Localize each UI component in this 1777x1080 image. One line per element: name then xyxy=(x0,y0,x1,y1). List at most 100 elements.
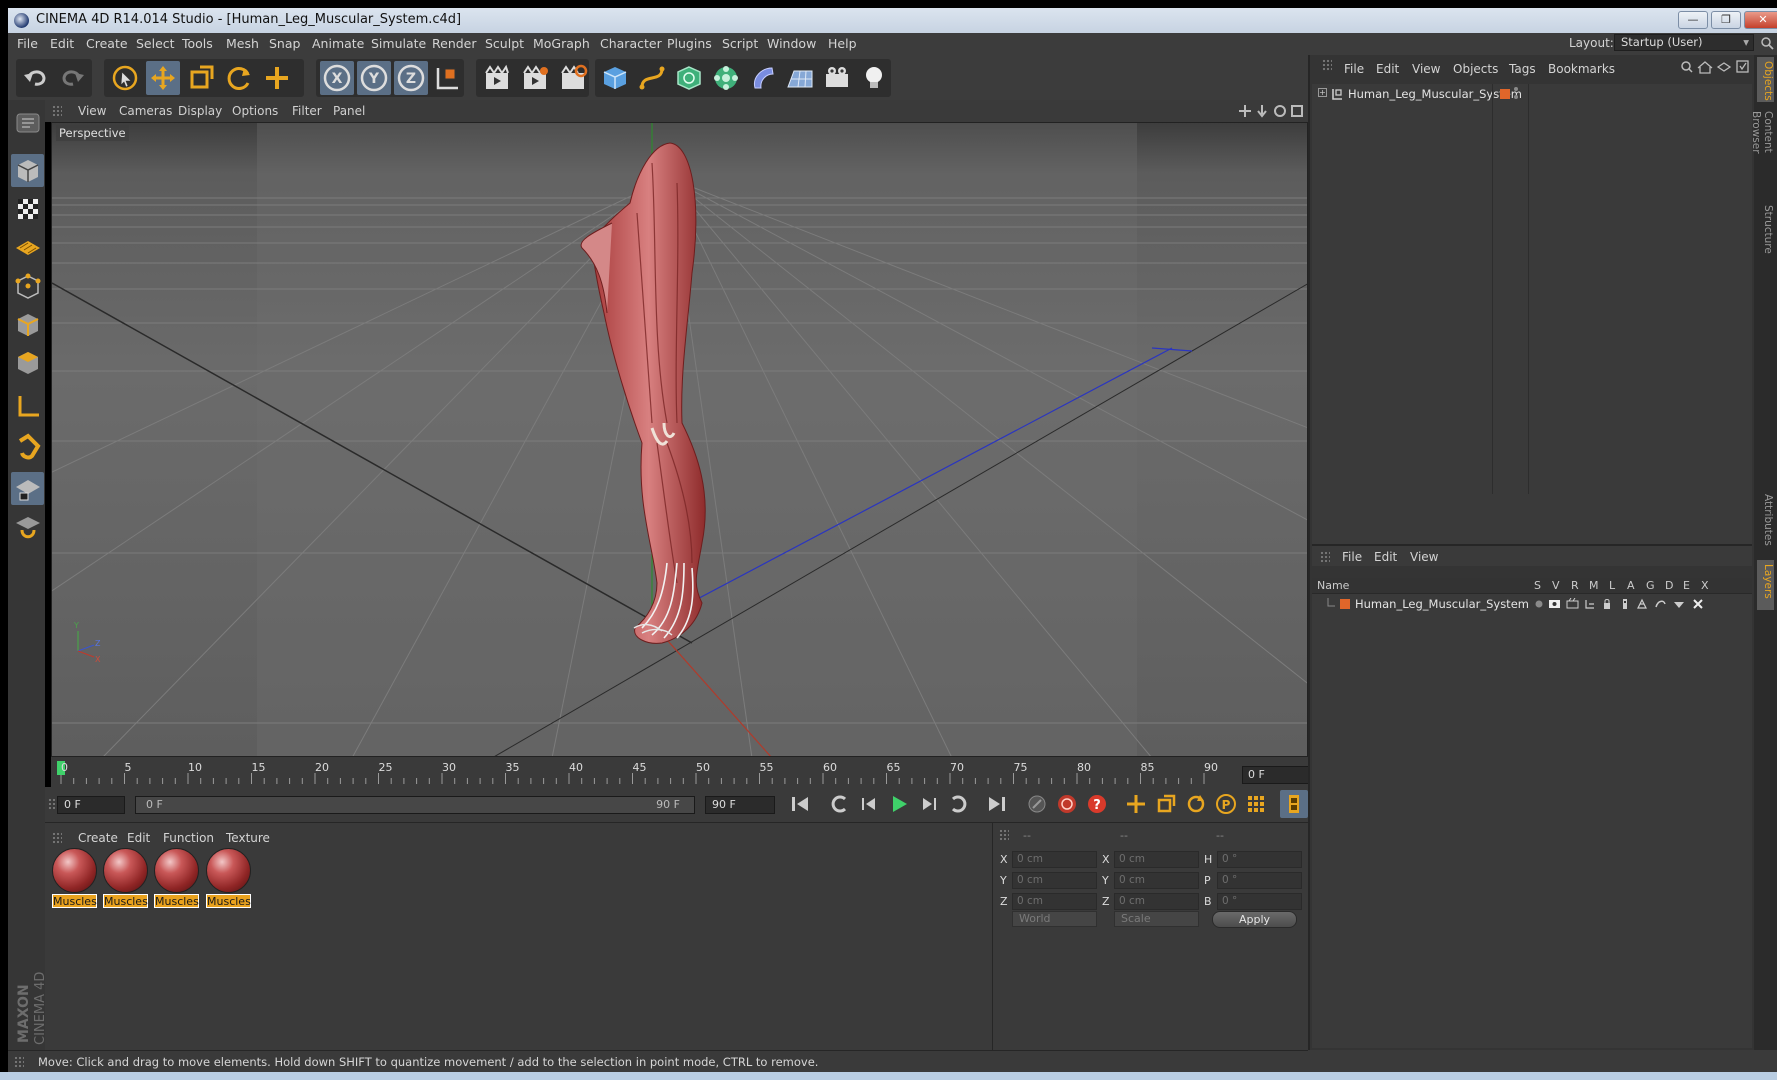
points-mode-button[interactable] xyxy=(11,270,44,303)
position-y-field[interactable]: 0 cm xyxy=(1012,872,1097,889)
objects-menu-tags[interactable]: Tags xyxy=(1509,62,1536,76)
perspective-viewport[interactable]: Y Z X Perspective xyxy=(51,122,1308,757)
menu-simulate[interactable]: Simulate xyxy=(371,36,426,51)
material-swatch[interactable]: Muscles xyxy=(52,848,97,910)
key-scale-button[interactable] xyxy=(1152,790,1180,818)
side-tab-content-browser[interactable]: Content Browser xyxy=(1750,107,1774,197)
layer-column-animation[interactable]: A xyxy=(1627,579,1635,592)
layer-toggle-icons[interactable] xyxy=(1534,598,1724,610)
layer-column-expressions[interactable]: E xyxy=(1683,579,1690,592)
material-menu-edit[interactable]: Edit xyxy=(127,831,150,845)
coordinate-mode-select[interactable]: World xyxy=(1012,911,1097,927)
material-menu-function[interactable]: Function xyxy=(163,831,214,845)
timeline-ruler[interactable]: 0 5 10 15 20 25 30 35 40 45 50 55 60 65 70 75 80 85 90 xyxy=(51,757,1308,787)
layer-color-swatch[interactable] xyxy=(1340,599,1350,609)
current-frame-field[interactable]: 0 F xyxy=(1242,766,1309,784)
scale-tool[interactable] xyxy=(184,61,218,95)
grip-handle-icon[interactable] xyxy=(52,105,62,117)
objects-menu-bookmarks[interactable]: Bookmarks xyxy=(1548,62,1615,76)
record-options-button[interactable] xyxy=(1023,790,1051,818)
render-picture-viewer-button[interactable] xyxy=(518,61,552,95)
menu-edit[interactable]: Edit xyxy=(50,36,74,51)
frame-range-slider[interactable]: 0 F 90 F xyxy=(135,796,695,814)
close-button[interactable]: ✕ xyxy=(1744,11,1777,29)
layer-column-solo[interactable]: S xyxy=(1534,579,1541,592)
render-visibility-dot[interactable] xyxy=(1514,95,1518,99)
objects-menu-objects[interactable]: Objects xyxy=(1453,62,1498,76)
layer-column-locked[interactable]: L xyxy=(1609,579,1615,592)
size-mode-select[interactable]: Scale xyxy=(1114,911,1199,927)
layer-column-generators[interactable]: G xyxy=(1646,579,1655,592)
menu-script[interactable]: Script xyxy=(722,36,758,51)
end-frame-field[interactable]: 90 F xyxy=(705,796,775,814)
layer-row[interactable]: Human_Leg_Muscular_System xyxy=(1312,595,1752,613)
next-frame-button[interactable] xyxy=(915,790,943,818)
layers-menu-view[interactable]: View xyxy=(1410,550,1438,564)
cube-primitive-button[interactable] xyxy=(598,61,632,95)
workplane-lock-button[interactable] xyxy=(11,472,44,505)
viewport-camera-label[interactable]: Perspective xyxy=(56,125,129,141)
viewport-navigation-icons[interactable] xyxy=(1238,104,1304,118)
viewport-menu-cameras[interactable]: Cameras xyxy=(119,104,172,118)
layer-column-manager[interactable]: M xyxy=(1589,579,1599,592)
next-key-button[interactable] xyxy=(944,790,972,818)
x-axis-lock[interactable]: X xyxy=(320,61,354,95)
menu-create[interactable]: Create xyxy=(86,36,128,51)
coordinate-system-toggle[interactable] xyxy=(430,61,464,95)
search-icon[interactable] xyxy=(1760,36,1774,50)
layer-column-view[interactable]: V xyxy=(1552,579,1560,592)
objects-menu-view[interactable]: View xyxy=(1412,62,1440,76)
menu-plugins[interactable]: Plugins xyxy=(667,36,712,51)
record-active-objects-button[interactable] xyxy=(1053,790,1081,818)
redo-button[interactable] xyxy=(55,61,89,95)
rotation-b-field[interactable]: 0 ° xyxy=(1217,893,1302,910)
key-position-button[interactable] xyxy=(1122,790,1150,818)
objects-menu-edit[interactable]: Edit xyxy=(1376,62,1399,76)
apply-button[interactable]: Apply xyxy=(1212,911,1297,928)
layer-column-name[interactable]: Name xyxy=(1317,579,1349,592)
size-y-field[interactable]: 0 cm xyxy=(1114,872,1199,889)
move-tool[interactable] xyxy=(146,61,180,95)
texture-mode-button[interactable] xyxy=(11,192,44,225)
viewport-menu-view[interactable]: View xyxy=(78,104,106,118)
object-name[interactable]: Human_Leg_Muscular_System xyxy=(1348,87,1522,101)
menu-character[interactable]: Character xyxy=(600,36,662,51)
previous-frame-button[interactable] xyxy=(855,790,883,818)
restore-button[interactable]: ❐ xyxy=(1711,11,1741,29)
layer-column-xref[interactable]: X xyxy=(1701,579,1709,592)
grip-handle-icon[interactable] xyxy=(999,829,1009,841)
menu-sculpt[interactable]: Sculpt xyxy=(485,36,524,51)
menu-help[interactable]: Help xyxy=(828,36,857,51)
objects-menu-file[interactable]: File xyxy=(1344,62,1364,76)
go-to-start-button[interactable] xyxy=(786,790,814,818)
grip-handle-icon[interactable] xyxy=(1322,59,1332,71)
menu-animate[interactable]: Animate xyxy=(312,36,364,51)
autokeying-button[interactable]: ? xyxy=(1083,790,1111,818)
go-to-end-button[interactable] xyxy=(983,790,1011,818)
layer-column-render[interactable]: R xyxy=(1571,579,1579,592)
editor-visibility-dot[interactable] xyxy=(1514,87,1518,91)
z-axis-lock[interactable]: Z xyxy=(394,61,428,95)
size-z-field[interactable]: 0 cm xyxy=(1114,893,1199,910)
key-rotation-button[interactable] xyxy=(1182,790,1210,818)
make-editable-button[interactable] xyxy=(11,106,44,139)
subdivision-surface-button[interactable] xyxy=(672,61,706,95)
rotate-tool[interactable] xyxy=(222,61,256,95)
spline-button[interactable] xyxy=(635,61,669,95)
menu-mesh[interactable]: Mesh xyxy=(226,36,259,51)
material-swatch[interactable]: Muscles xyxy=(103,848,148,910)
viewport-menu-filter[interactable]: Filter xyxy=(292,104,322,118)
workplane-mode-button[interactable] xyxy=(11,230,44,263)
object-tree[interactable]: + Human_Leg_Muscular_System xyxy=(1312,84,1752,544)
key-parameter-button[interactable]: P xyxy=(1212,790,1240,818)
timeline-scheme-button[interactable] xyxy=(1280,790,1308,818)
live-select-tool[interactable] xyxy=(108,61,142,95)
undo-button[interactable] xyxy=(19,61,53,95)
play-forward-button[interactable] xyxy=(885,790,913,818)
locked-workplane-button[interactable] xyxy=(11,510,44,543)
size-x-field[interactable]: 0 cm xyxy=(1114,851,1199,868)
viewport-menu-panel[interactable]: Panel xyxy=(333,104,365,118)
layer-name[interactable]: Human_Leg_Muscular_System xyxy=(1355,597,1529,611)
side-tab-structure[interactable]: Structure xyxy=(1757,201,1774,261)
menu-tools[interactable]: Tools xyxy=(182,36,213,51)
